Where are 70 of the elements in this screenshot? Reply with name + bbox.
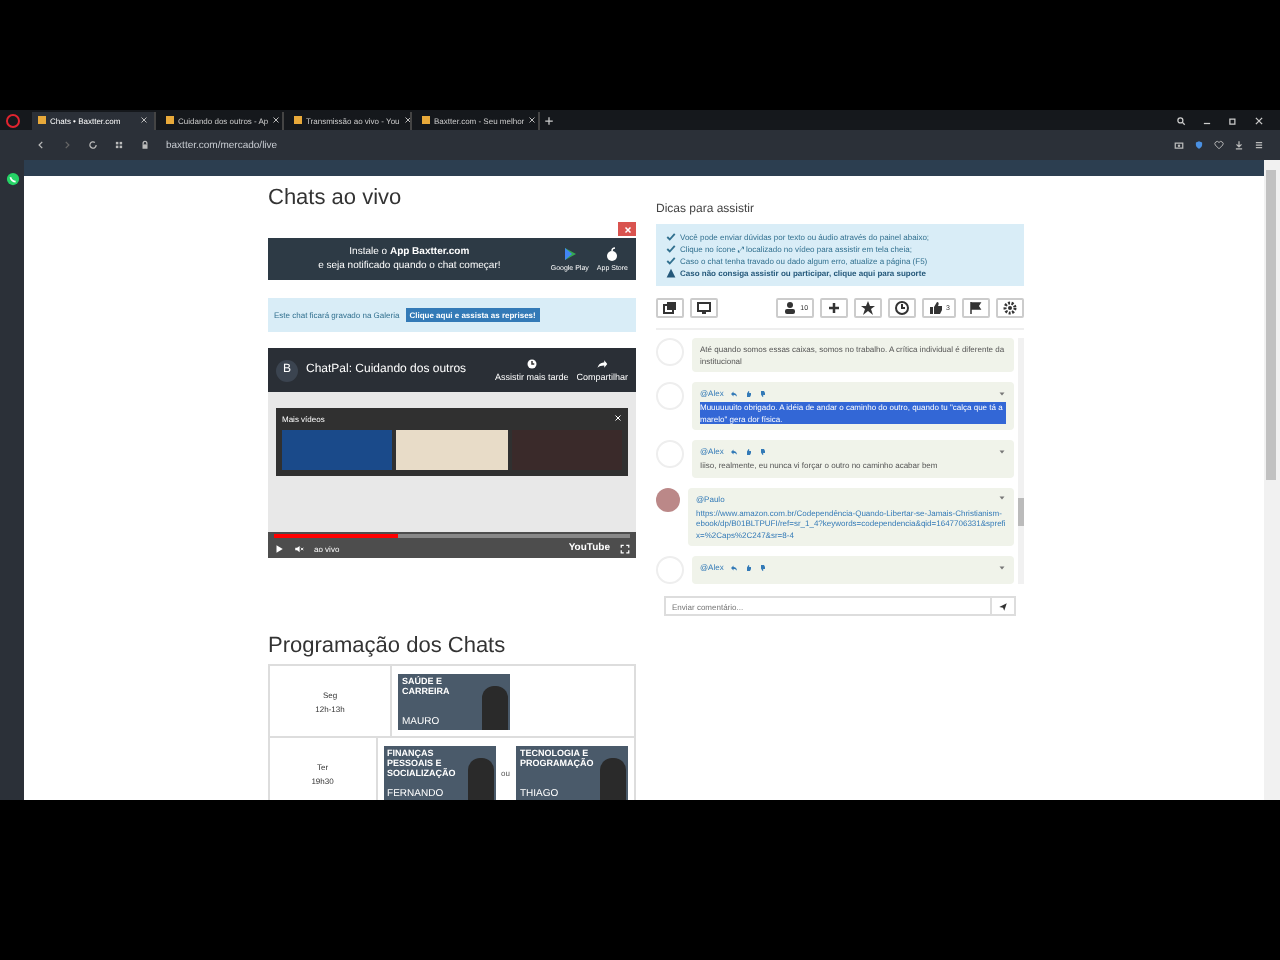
toolbar-button[interactable] [656, 298, 684, 318]
close-button[interactable] [618, 222, 636, 236]
toolbar-button[interactable] [690, 298, 718, 318]
flag-icon [968, 300, 984, 316]
play-icon [274, 543, 284, 553]
photo-placeholder [467, 757, 494, 800]
send-button[interactable] [992, 596, 1016, 616]
user-icon [782, 300, 799, 316]
toolbar-button[interactable] [854, 298, 883, 318]
camera-icon [1174, 140, 1184, 150]
site-icon [422, 116, 430, 124]
back-icon [36, 140, 46, 150]
avatar [656, 487, 680, 511]
new-tab-icon [544, 115, 554, 125]
search-icon [1176, 115, 1186, 125]
menu-icon [1254, 140, 1264, 150]
thumbs-up-icon [928, 300, 945, 316]
close-icon [403, 116, 410, 124]
settings-icon [1002, 300, 1018, 316]
share-icon [596, 358, 609, 370]
video-thumbnail[interactable] [396, 430, 508, 470]
close-icon [272, 116, 281, 124]
close-icon [140, 116, 148, 124]
browser-logo-icon[interactable] [6, 113, 20, 127]
lock-icon [140, 140, 150, 150]
video-thumbnail[interactable] [282, 430, 393, 470]
reply-icon [729, 563, 738, 571]
photo-placeholder [600, 757, 626, 800]
star-icon [860, 300, 877, 316]
apple-icon [604, 246, 621, 262]
reply-icon [729, 389, 738, 397]
grid-icon [114, 140, 124, 150]
play-store-icon [561, 246, 578, 262]
clock-icon [894, 300, 911, 316]
caret-icon [998, 389, 1006, 397]
reload-icon [88, 140, 98, 150]
site-icon [294, 116, 302, 124]
toolbar-button[interactable] [888, 298, 917, 318]
caret-icon [998, 563, 1006, 571]
photo-placeholder [482, 685, 508, 729]
download-icon [1234, 140, 1244, 150]
page-heading: Chats ao vivo [268, 186, 404, 210]
plus-icon [826, 300, 843, 316]
chat-bubble-icon [5, 172, 19, 186]
site-icon [166, 116, 174, 124]
scrollbar[interactable] [1264, 160, 1280, 800]
toolbar-button[interactable] [996, 298, 1024, 318]
caret-icon [998, 447, 1006, 455]
heart-icon [1214, 140, 1224, 150]
close-icon [614, 414, 622, 422]
mute-icon [294, 543, 304, 553]
restore-icon [1228, 115, 1238, 125]
shield-icon [1194, 140, 1204, 150]
section-heading: Programação dos Chats [268, 634, 508, 658]
toolbar-button[interactable] [820, 298, 849, 318]
clock-icon [525, 358, 538, 370]
toolbar-button[interactable] [962, 298, 990, 318]
fullscreen-icon [620, 543, 630, 553]
send-icon [998, 601, 1008, 611]
close-icon [1254, 115, 1264, 125]
reply-icon [729, 447, 738, 455]
windows-icon [662, 300, 678, 316]
video-thumbnail[interactable] [511, 430, 622, 470]
monitor-icon [696, 300, 712, 316]
caret-icon [998, 494, 1006, 502]
close-icon [623, 225, 631, 233]
close-icon [528, 116, 537, 124]
warning-icon [666, 268, 676, 278]
site-icon [38, 116, 46, 124]
forward-icon [62, 140, 72, 150]
